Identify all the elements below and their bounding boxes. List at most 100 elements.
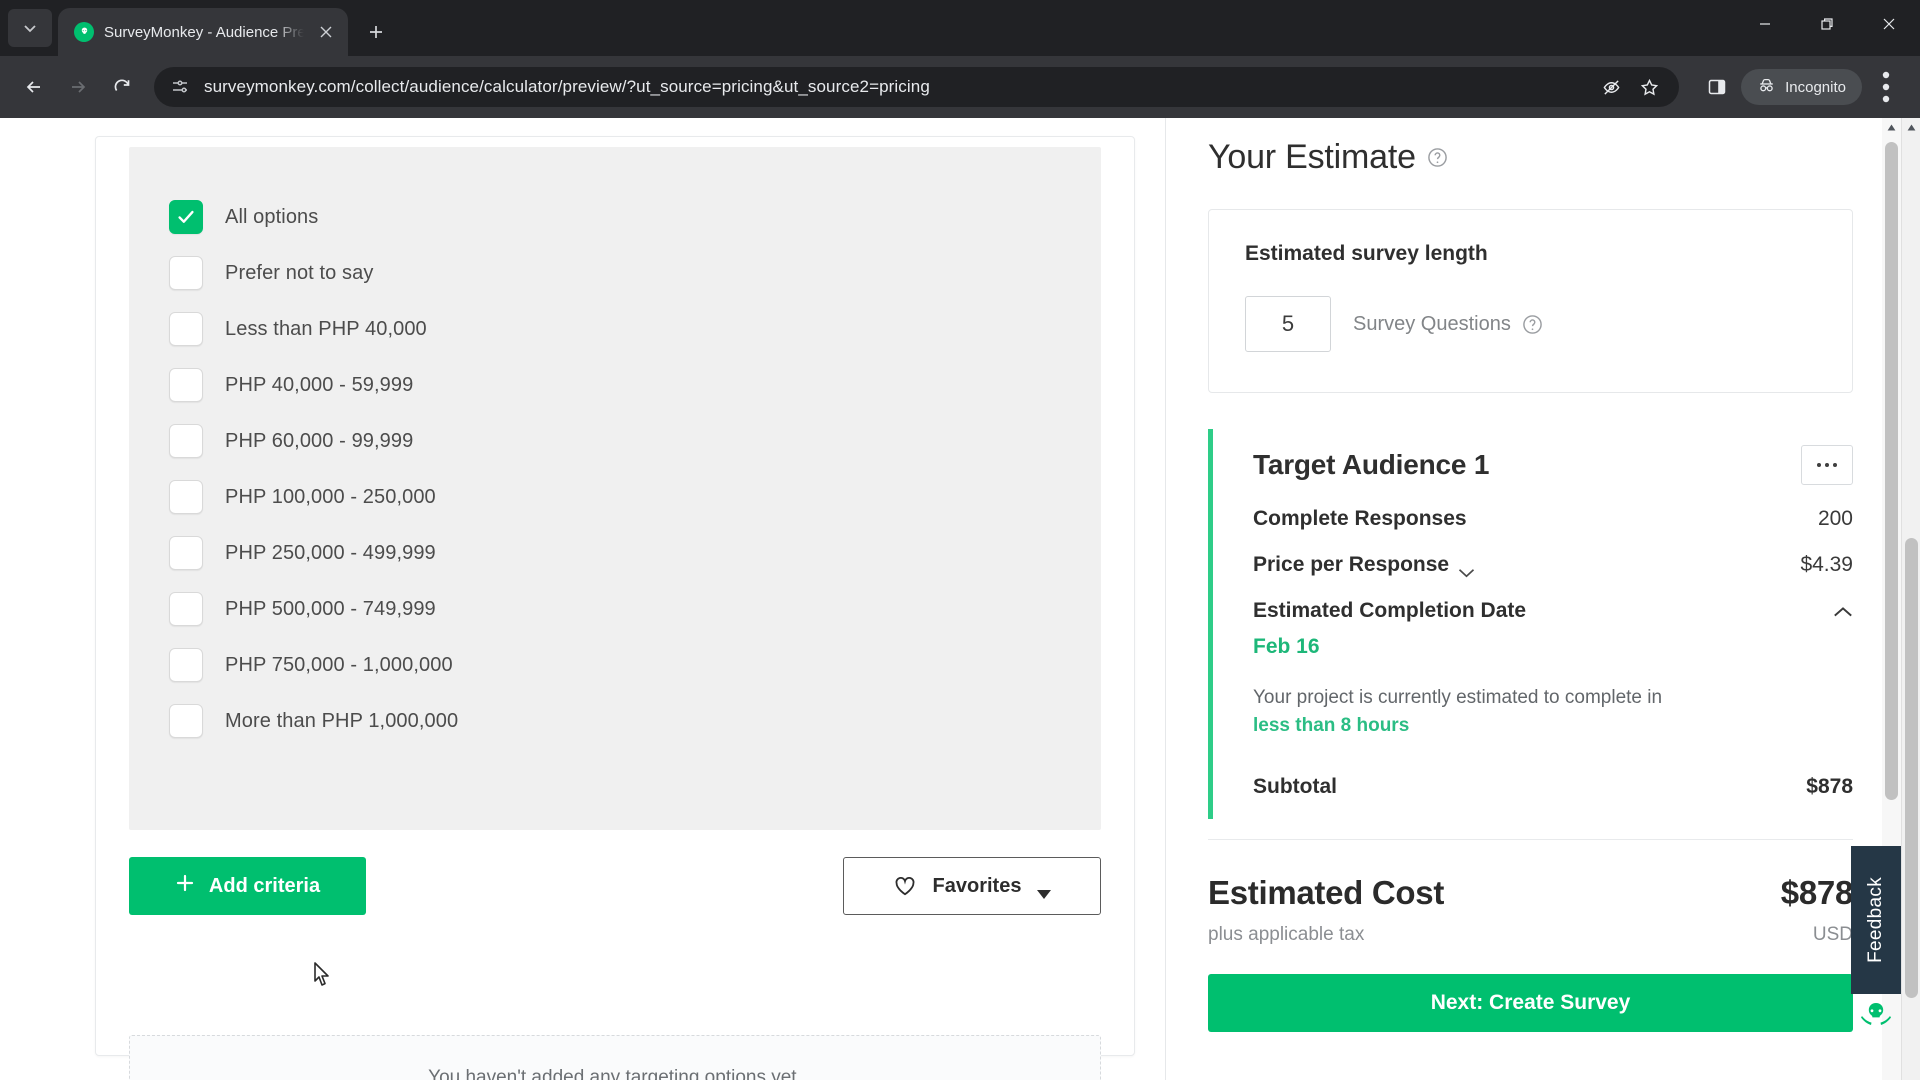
checkbox-icon[interactable] [169,312,203,346]
completion-note-prefix: Your project is currently estimated to c… [1253,687,1663,708]
completion-date-value: Feb 16 [1253,635,1320,658]
option-label: PHP 100,000 - 250,000 [225,485,436,508]
reload-icon[interactable] [102,67,142,107]
side-panel-icon[interactable] [1697,67,1737,107]
completion-date-row[interactable]: Estimated Completion Date [1253,599,1853,623]
plus-icon [175,873,195,899]
completion-date-label: Estimated Completion Date [1253,599,1527,622]
option-row[interactable]: PHP 100,000 - 250,000 [169,469,1101,525]
page-scrollbar[interactable] [1901,118,1920,1080]
address-bar[interactable]: surveymonkey.com/collect/audience/calcul… [154,67,1680,107]
estimate-title-row: Your Estimate [1208,118,1853,177]
checkbox-icon[interactable] [169,592,203,626]
cost-divider [1208,839,1853,841]
checkbox-icon[interactable] [169,424,203,458]
option-row[interactable]: PHP 40,000 - 59,999 [169,357,1101,413]
question-circle-icon[interactable] [1522,314,1543,335]
tab-strip: SurveyMonkey - Audience Prev [0,0,1920,56]
checkbox-icon[interactable] [169,200,203,234]
target-audience-card: Target Audience 1 Complete Responses 200 [1208,429,1853,820]
criteria-column: All options Prefer not to say Less than … [0,118,1165,1080]
option-label: PHP 500,000 - 749,999 [225,597,436,620]
close-icon[interactable] [314,20,338,44]
income-options-list: All options Prefer not to say Less than … [129,147,1101,830]
price-per-response-row[interactable]: Price per Response $4.39 [1253,553,1853,578]
tax-note-row: plus applicable tax USD [1208,924,1853,946]
option-label: Prefer not to say [225,261,374,284]
window-controls [1734,0,1920,48]
estimated-cost-row: Estimated Cost $878 [1208,874,1853,912]
scroll-up-arrow-icon[interactable] [1902,118,1920,136]
option-row[interactable]: PHP 250,000 - 499,999 [169,525,1101,581]
feedback-label: Feedback [1865,877,1886,963]
ellipsis-icon[interactable] [1801,445,1853,485]
close-icon[interactable] [1858,0,1920,48]
url-text: surveymonkey.com/collect/audience/calcul… [204,77,930,96]
option-row[interactable]: Less than PHP 40,000 [169,301,1101,357]
browser-tab[interactable]: SurveyMonkey - Audience Prev [58,8,348,56]
survey-length-card: Estimated survey length 5 Survey Questio… [1208,209,1853,393]
question-circle-icon[interactable] [1427,147,1448,168]
next-create-survey-button[interactable]: Next: Create Survey [1208,974,1853,1033]
target-audience-header: Target Audience 1 [1253,445,1853,485]
estimate-panel-inner: Your Estimate Estimated survey length 5 … [1208,118,1853,1080]
add-criteria-button[interactable]: Add criteria [129,857,366,915]
incognito-indicator[interactable]: Incognito [1741,69,1862,105]
chevron-down-icon[interactable] [1458,560,1475,578]
currency-label: USD [1812,924,1853,946]
complete-responses-row: Complete Responses 200 [1253,507,1853,531]
checkbox-icon[interactable] [169,704,203,738]
option-row[interactable]: PHP 500,000 - 749,999 [169,581,1101,637]
back-arrow-icon[interactable] [14,67,54,107]
option-row[interactable]: More than PHP 1,000,000 [169,693,1101,749]
browser-window: SurveyMonkey - Audience Prev surveymonke… [0,0,1920,1080]
checkbox-icon[interactable] [169,256,203,290]
option-label: All options [225,205,319,228]
restore-icon[interactable] [1796,0,1858,48]
page-scrollbar-thumb[interactable] [1905,538,1918,998]
site-settings-icon[interactable] [170,77,190,97]
criteria-actions: Add criteria Favorites [129,857,1101,915]
panel-scrollbar-thumb[interactable] [1885,142,1898,800]
favorites-dropdown-button[interactable]: Favorites [843,857,1101,915]
option-row[interactable]: Prefer not to say [169,245,1101,301]
heart-icon [893,874,917,898]
target-audience-title: Target Audience 1 [1253,449,1490,480]
three-dot-menu-icon[interactable] [1866,67,1906,107]
eye-slash-icon[interactable] [1595,71,1627,103]
survey-questions-input[interactable]: 5 [1245,296,1331,352]
new-tab-button[interactable] [358,14,394,50]
incognito-icon [1757,76,1776,99]
option-row[interactable]: PHP 750,000 - 1,000,000 [169,637,1101,693]
checkbox-icon[interactable] [169,536,203,570]
price-per-response-label: Price per Response [1253,553,1450,576]
subtotal-label: Subtotal [1253,775,1337,799]
option-row[interactable]: All options [169,189,1101,245]
price-per-response-label-group: Price per Response [1253,553,1475,578]
checkbox-icon[interactable] [169,648,203,682]
option-row[interactable]: PHP 60,000 - 99,999 [169,413,1101,469]
survey-questions-label-group: Survey Questions [1353,313,1543,336]
survey-questions-label: Survey Questions [1353,312,1511,335]
page-content: All options Prefer not to say Less than … [0,118,1920,1080]
empty-targeting-state: You haven't added any targeting options … [129,1035,1101,1080]
option-label: PHP 40,000 - 59,999 [225,373,414,396]
option-label: PHP 60,000 - 99,999 [225,429,414,452]
forward-arrow-icon[interactable] [58,67,98,107]
add-criteria-label: Add criteria [208,874,321,897]
browser-toolbar: surveymonkey.com/collect/audience/calcul… [0,56,1920,118]
estimated-cost-label: Estimated Cost [1208,874,1445,912]
empty-state-message: You haven't added any targeting options … [428,1067,802,1080]
scroll-up-arrow-icon[interactable] [1882,118,1901,136]
minimize-icon[interactable] [1734,0,1796,48]
star-icon[interactable] [1633,71,1665,103]
survey-length-heading: Estimated survey length [1245,242,1488,265]
estimate-panel: Your Estimate Estimated survey length 5 … [1165,118,1901,1080]
chevron-up-icon[interactable] [1833,605,1853,617]
feedback-tab[interactable]: Feedback [1851,846,1901,994]
checkbox-icon[interactable] [169,480,203,514]
tab-search-chevron-icon[interactable] [8,9,52,47]
page-viewport: All options Prefer not to say Less than … [0,118,1920,1080]
checkbox-icon[interactable] [169,368,203,402]
favorites-label: Favorites [932,874,1022,897]
